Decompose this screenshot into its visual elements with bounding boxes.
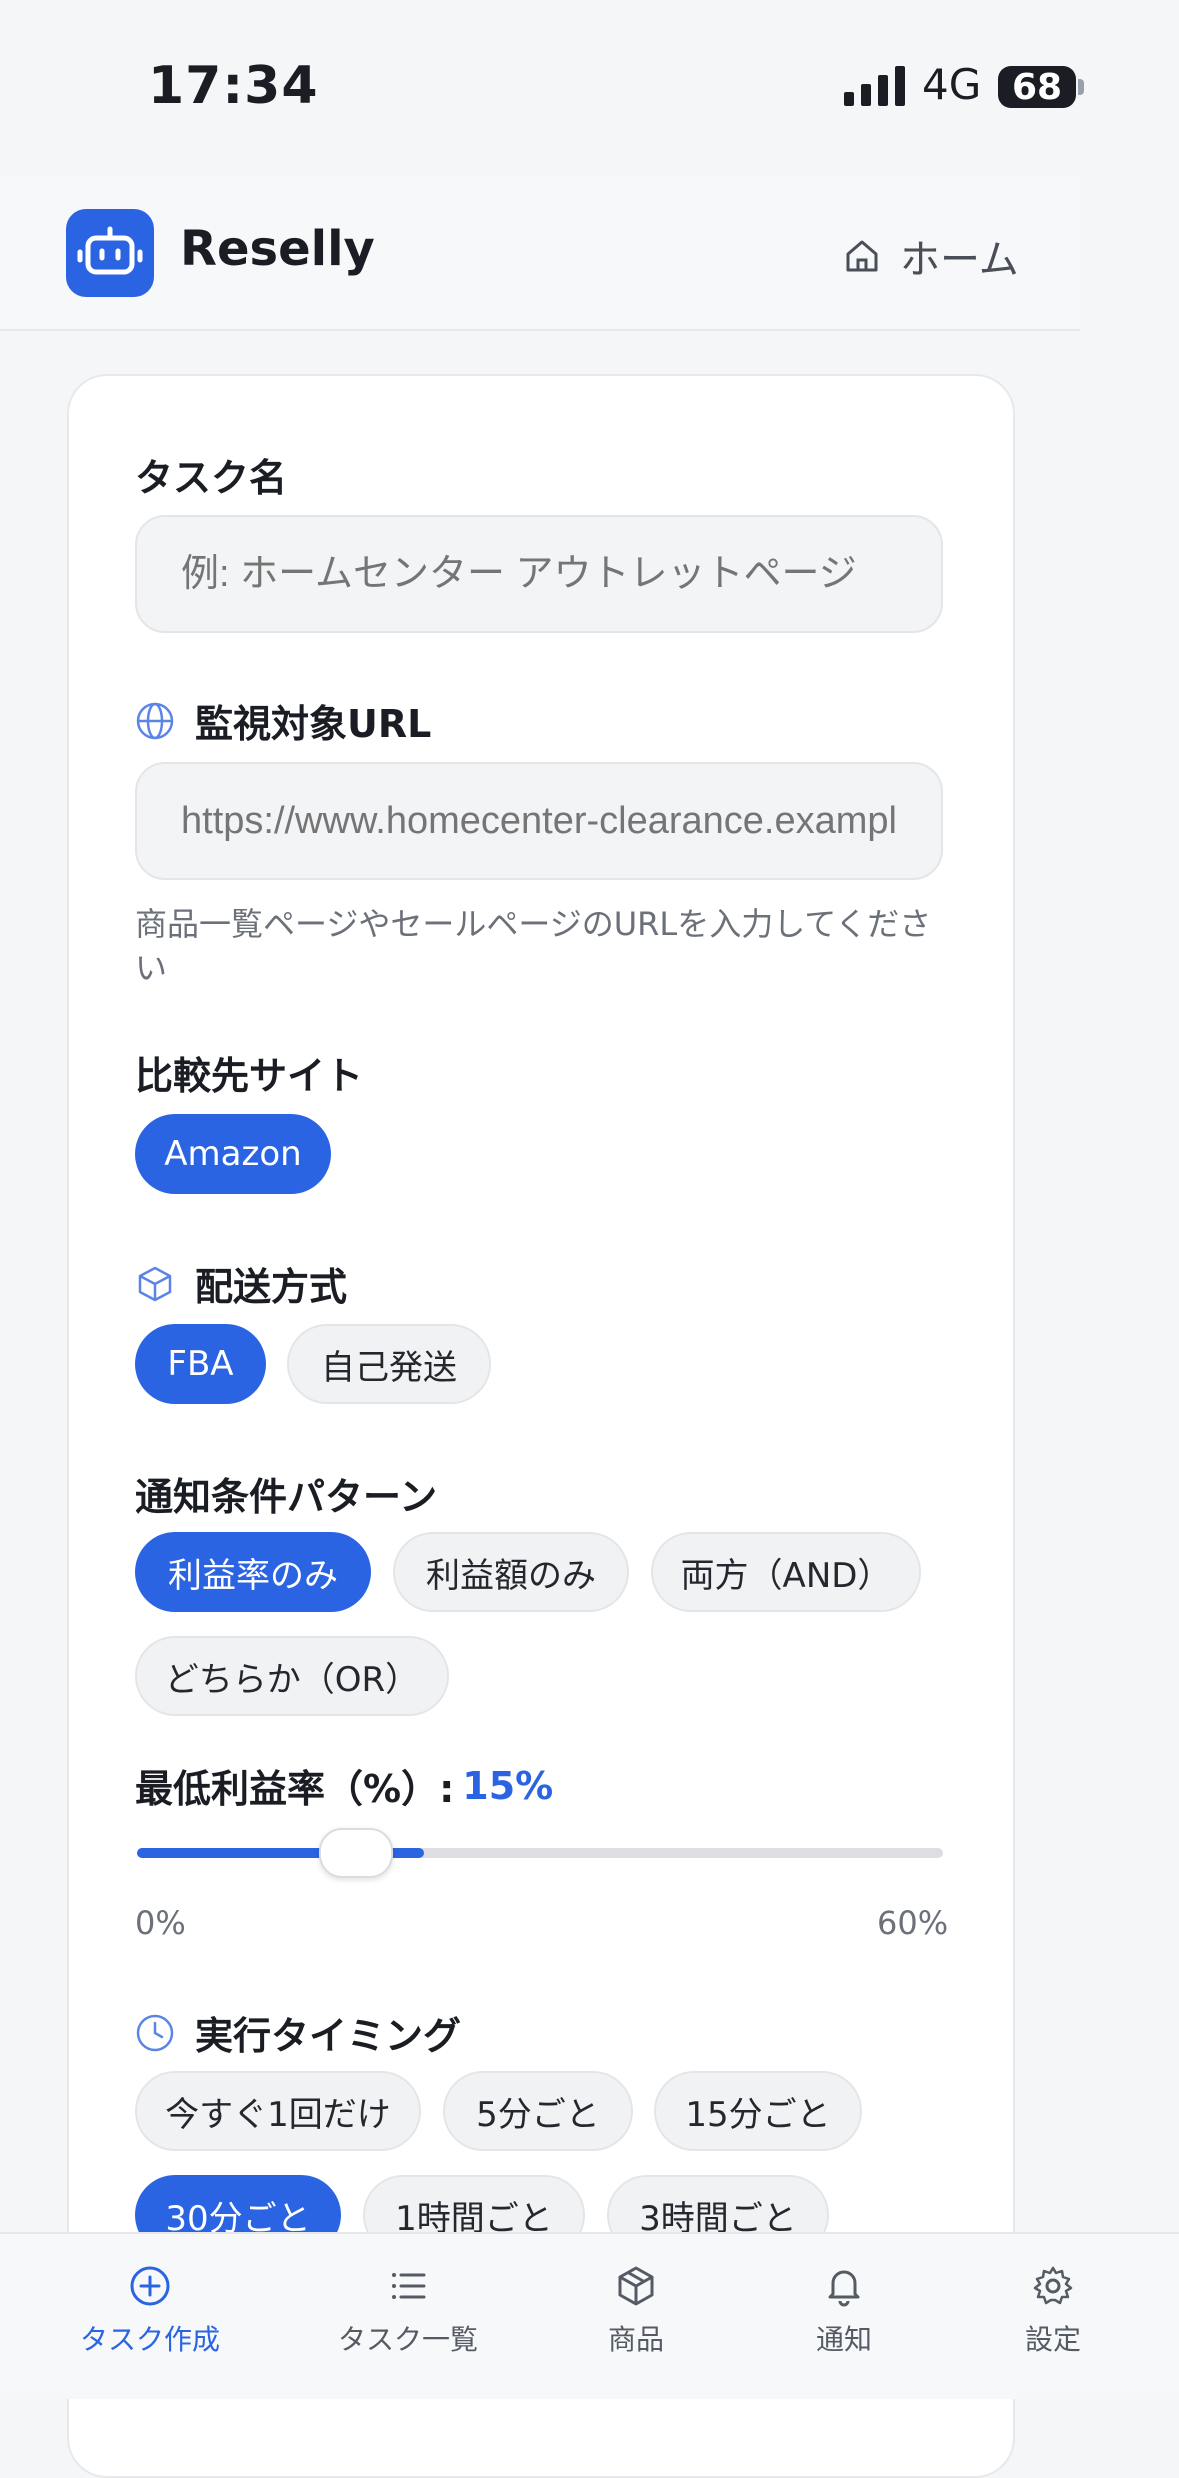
gear-icon: [1033, 2266, 1073, 2305]
shipping-chip-fba[interactable]: FBA: [135, 1324, 266, 1404]
notify-chip-rate-only[interactable]: 利益率のみ: [135, 1532, 371, 1612]
timing-chip-5min[interactable]: 5分ごと: [443, 2071, 633, 2151]
home-link[interactable]: ホーム: [842, 227, 1019, 285]
nav-products[interactable]: 商品: [608, 2264, 664, 2358]
task-form-card: [67, 374, 1015, 2478]
status-bar: 17:34 4G 68: [0, 0, 1179, 175]
nav-task-list[interactable]: タスク一覧: [338, 2264, 478, 2358]
box-icon: [618, 2266, 654, 2306]
battery-icon: 68: [998, 66, 1076, 108]
robot-logo-icon: [66, 209, 154, 297]
box-icon: [138, 1266, 172, 1301]
nav-settings[interactable]: 設定: [1025, 2264, 1081, 2358]
bell-icon: [828, 2270, 860, 2307]
battery-level: 68: [1011, 66, 1063, 108]
slider-min-label: 0%: [135, 1904, 186, 1942]
slider-thumb[interactable]: [319, 1828, 393, 1878]
url-label: 監視対象URL: [135, 693, 431, 748]
signal-icon: [844, 66, 905, 106]
min-profit-rate-slider[interactable]: [137, 1848, 943, 1858]
url-hint: 商品一覧ページやセールページのURLを入力してください: [135, 905, 932, 987]
list-icon: [392, 2273, 426, 2299]
notify-pattern-label: 通知条件パターン: [135, 1475, 438, 1519]
min-profit-rate-value: 15%: [462, 1763, 554, 1808]
battery-cap: [1078, 79, 1084, 95]
plus-circle-icon: [130, 2266, 170, 2306]
clock-icon: [136, 2014, 174, 2051]
shipping-label: 配送方式: [135, 1256, 347, 1311]
app-brand: Reselly: [180, 221, 375, 277]
nav-notifications[interactable]: 通知: [816, 2264, 872, 2358]
task-name-input[interactable]: [135, 515, 943, 633]
shipping-chip-self[interactable]: 自己発送: [287, 1324, 491, 1404]
timing-chip-15min[interactable]: 15分ごと: [654, 2071, 862, 2151]
status-time: 17:34: [148, 56, 319, 116]
compare-site-chip-amazon[interactable]: Amazon: [135, 1114, 331, 1194]
min-profit-rate-label: 最低利益率（%）: 15%: [135, 1763, 554, 1812]
task-name-label: タスク名: [135, 456, 288, 500]
url-input[interactable]: [135, 762, 943, 880]
bottom-nav: タスク作成 タスク一覧 商品 通知 設定: [0, 2232, 1179, 2399]
notify-chip-amount-only[interactable]: 利益額のみ: [393, 1532, 629, 1612]
timing-label: 実行タイミング: [135, 2005, 461, 2060]
compare-site-label: 比較先サイト: [135, 1054, 364, 1098]
home-icon: [846, 240, 878, 272]
slider-max-label: 60%: [877, 1904, 949, 1942]
notify-chip-and[interactable]: 両方（AND）: [651, 1532, 921, 1612]
network-type: 4G: [922, 60, 982, 109]
nav-task-create[interactable]: タスク作成: [80, 2264, 220, 2358]
timing-chip-once[interactable]: 今すぐ1回だけ: [135, 2071, 421, 2151]
notify-chip-or[interactable]: どちらか（OR）: [135, 1636, 449, 1716]
globe-icon: [136, 702, 174, 739]
app-header: Reselly ホーム: [0, 175, 1080, 331]
home-label: ホーム: [900, 237, 1019, 283]
